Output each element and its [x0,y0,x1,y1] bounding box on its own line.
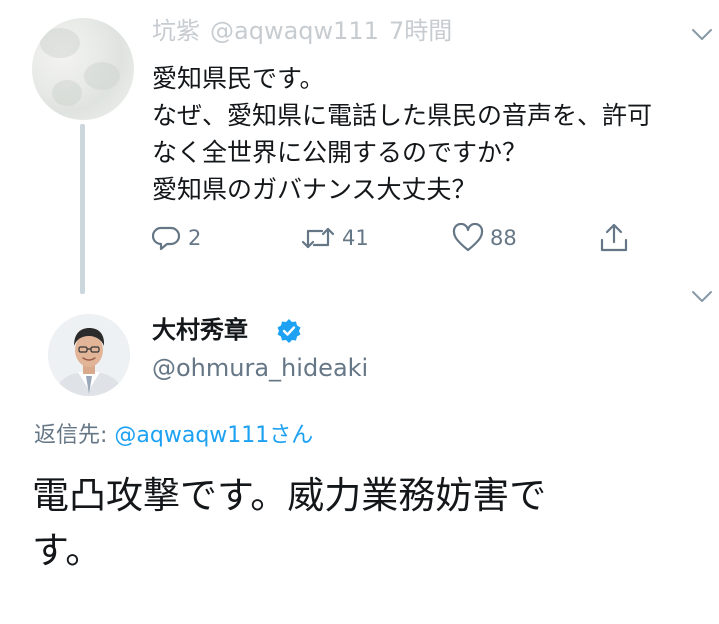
parent-tweet-avatar[interactable] [32,18,134,120]
main-tweet-text: 電凸攻撃です。威力業務妨害で す。 [32,468,672,578]
avatar-texture [84,62,120,90]
share-button[interactable] [598,222,630,254]
replying-to-suffix[interactable]: さん [269,423,313,448]
author-display-name[interactable]: 大村秀章 [152,314,248,346]
parent-display-name[interactable]: 坑紫 [152,17,200,45]
reply-icon [152,226,181,251]
like-count: 88 [490,226,517,250]
tweet-text-line: 電凸攻撃です。威力業務妨害で [32,474,547,517]
author-avatar[interactable] [48,314,130,396]
parent-tweet-text: 愛知県民です。 なぜ、愛知県に電話した県民の音声を、許可 なく全世界に公開するの… [152,60,652,208]
chevron-down-icon[interactable] [690,26,714,42]
parent-handle[interactable]: @aqwaqw111 [210,17,379,45]
replying-to-mention-link[interactable]: @aqwaqw111 [114,423,269,448]
avatar-texture [40,28,80,58]
tweet-text-line: 愛知県のガバナンス大丈夫？ [152,175,477,204]
reply-button[interactable]: 2 [152,222,201,254]
retweet-count: 41 [342,226,369,250]
tweet-text-line: す。 [32,529,103,572]
chevron-down-icon[interactable] [690,288,714,304]
verified-badge-icon [277,319,301,343]
parent-tweet-header: 坑紫 @aqwaqw111 7時間 [152,16,462,46]
share-icon [600,223,628,252]
tweet-text-line: なぜ、愛知県に電話した県民の音声を、許可 [152,101,653,130]
thread-connector-line [80,124,85,294]
replying-to-label: 返信先: [34,423,115,448]
tweet-text-line: なく全世界に公開するのですか？ [152,138,528,167]
author-avatar-photo [48,314,130,396]
author-handle[interactable]: @ohmura_hideaki [152,352,368,384]
retweet-icon [301,227,335,249]
like-button[interactable]: 88 [452,222,517,254]
replying-to-line: 返信先: @aqwaqw111さん [34,420,313,452]
heart-icon [452,223,484,252]
retweet-button[interactable]: 41 [300,222,369,254]
tweet-text-line: 愛知県民です。 [152,64,325,93]
reply-count: 2 [188,226,202,250]
parent-timestamp[interactable]: 7時間 [389,17,452,45]
avatar-texture [52,80,82,106]
